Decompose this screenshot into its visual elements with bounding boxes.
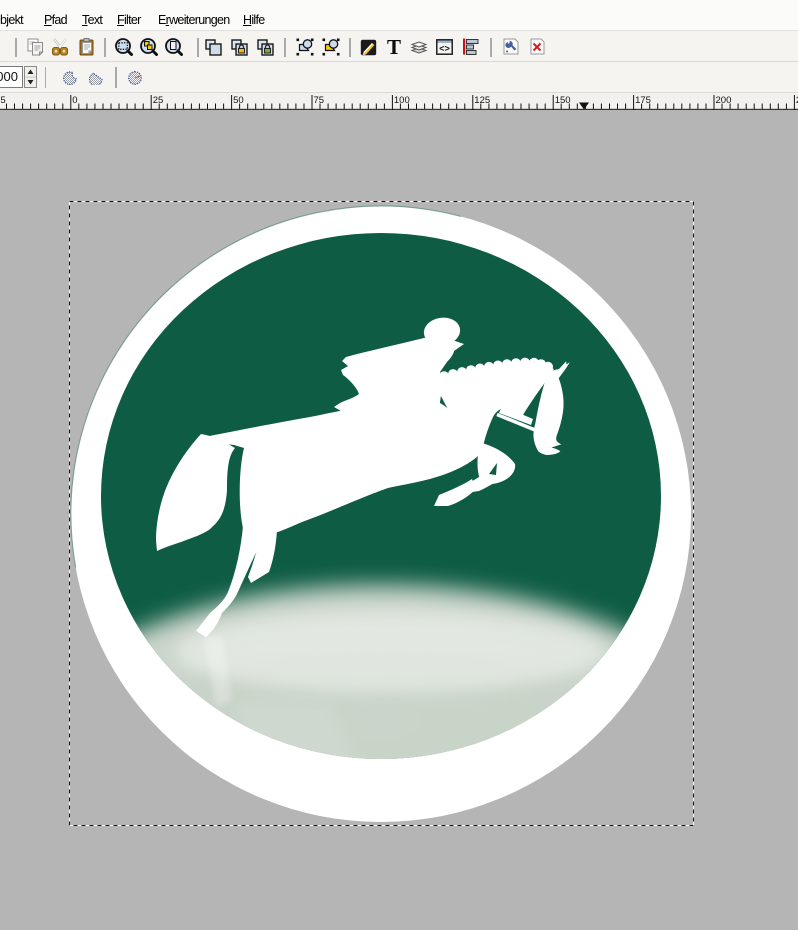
svg-text:25: 25	[153, 95, 164, 106]
svg-text:0: 0	[72, 95, 77, 106]
svg-text:<>: <>	[439, 45, 450, 55]
svg-text:-25: -25	[0, 95, 6, 106]
svg-text:100: 100	[394, 95, 410, 106]
svg-text:125: 125	[474, 95, 490, 106]
svg-text:T: T	[387, 38, 401, 57]
svg-text:175: 175	[635, 95, 651, 106]
svg-text:200: 200	[716, 95, 732, 106]
svg-text:75: 75	[314, 95, 325, 106]
svg-text:50: 50	[233, 95, 244, 106]
svg-text:150: 150	[555, 95, 571, 106]
